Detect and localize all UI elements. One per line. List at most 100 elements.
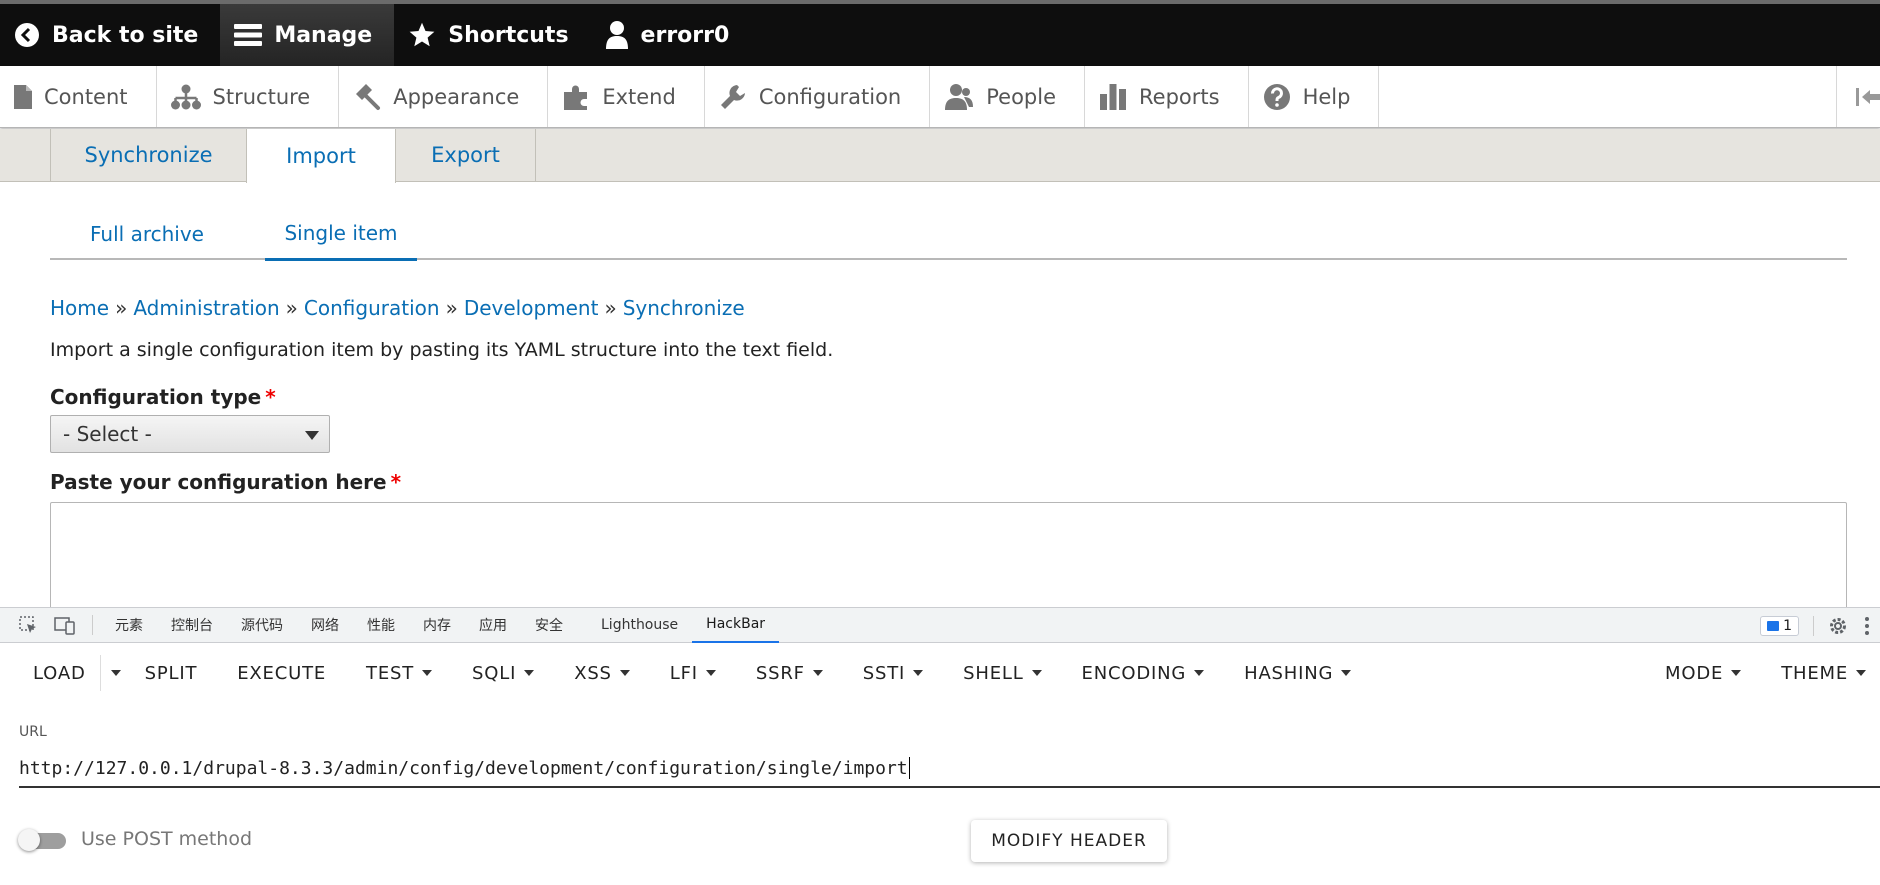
execute-button[interactable]: EXECUTE bbox=[223, 645, 340, 701]
post-method-label: Use POST method bbox=[81, 828, 253, 850]
breadcrumb-synchronize[interactable]: Synchronize bbox=[623, 296, 745, 320]
chevron-down-icon bbox=[913, 670, 924, 676]
modify-header-button[interactable]: MODIFY HEADER bbox=[971, 820, 1167, 862]
more-vertical-icon[interactable] bbox=[1864, 616, 1870, 636]
load-dropdown-button[interactable] bbox=[101, 645, 131, 701]
paste-config-label-text: Paste your configuration here bbox=[50, 470, 387, 494]
collapse-arrow-icon bbox=[1856, 87, 1880, 106]
tray-item-label: Reports bbox=[1139, 84, 1220, 109]
devtools-tab-performance[interactable]: 性能 bbox=[353, 608, 409, 643]
tray-item-structure[interactable]: Structure bbox=[157, 66, 340, 127]
lfi-label: LFI bbox=[669, 662, 698, 684]
tab-import[interactable]: Import bbox=[246, 129, 396, 183]
config-type-label: Configuration type * bbox=[50, 385, 276, 409]
paste-config-label: Paste your configuration here * bbox=[50, 470, 401, 494]
required-marker: * bbox=[265, 385, 276, 409]
tray-item-label: Extend bbox=[602, 84, 676, 109]
lfi-menu[interactable]: LFI bbox=[656, 645, 730, 701]
split-button[interactable]: SPLIT bbox=[131, 645, 212, 701]
sqli-menu[interactable]: SQLI bbox=[458, 645, 548, 701]
breadcrumb: Home» Administration» Configuration» Develo… bbox=[50, 296, 745, 320]
encoding-menu[interactable]: ENCODING bbox=[1068, 645, 1219, 701]
tray-item-content[interactable]: Content bbox=[0, 66, 157, 127]
manage-label: Manage bbox=[274, 22, 373, 48]
people-icon bbox=[945, 83, 974, 110]
chevron-down-icon bbox=[524, 670, 535, 676]
secondary-tabs: Full archive Single item bbox=[50, 208, 1847, 261]
primary-tabs: Synchronize Import Export bbox=[0, 129, 1880, 183]
theme-menu[interactable]: THEME bbox=[1767, 645, 1880, 701]
star-icon bbox=[409, 22, 435, 47]
url-label: URL bbox=[19, 724, 47, 740]
admin-tray: Content Structure Appearance Extend Conf… bbox=[0, 66, 1880, 128]
document-icon bbox=[14, 84, 32, 109]
url-input[interactable]: http://127.0.0.1/drupal-8.3.3/admin/conf… bbox=[19, 750, 1880, 788]
mode-menu[interactable]: MODE bbox=[1651, 645, 1755, 701]
shell-menu[interactable]: SHELL bbox=[949, 645, 1055, 701]
devtools-tab-sources[interactable]: 源代码 bbox=[227, 608, 297, 643]
chevron-down-icon bbox=[812, 670, 823, 676]
post-method-toggle[interactable] bbox=[18, 829, 68, 851]
ssti-menu[interactable]: SSTI bbox=[849, 645, 937, 701]
admin-toolbar: Back to site Manage Shortcuts errorr0 bbox=[0, 4, 1880, 66]
theme-label: THEME bbox=[1781, 662, 1848, 684]
devtools-tab-network[interactable]: 网络 bbox=[297, 608, 353, 643]
tray-orientation-toggle[interactable] bbox=[1836, 66, 1880, 127]
tray-item-label: Appearance bbox=[393, 84, 520, 109]
chevron-down-icon bbox=[1731, 670, 1742, 676]
devtools-tab-console[interactable]: 控制台 bbox=[157, 608, 227, 643]
chevron-down-icon bbox=[619, 670, 630, 676]
hashing-menu[interactable]: HASHING bbox=[1230, 645, 1365, 701]
devtools-tabbar: 元素 控制台 源代码 网络 性能 内存 应用 安全 Lighthouse Hac… bbox=[0, 608, 1880, 643]
encoding-label: ENCODING bbox=[1081, 662, 1187, 684]
tray-item-appearance[interactable]: Appearance bbox=[339, 66, 549, 127]
inspect-element-icon[interactable] bbox=[18, 615, 38, 635]
mode-label: MODE bbox=[1665, 662, 1724, 684]
tab-export[interactable]: Export bbox=[395, 129, 536, 182]
chevron-down-icon bbox=[705, 670, 716, 676]
breadcrumb-separator: » bbox=[115, 296, 128, 320]
puzzle-icon bbox=[564, 85, 588, 110]
load-button[interactable]: LOAD bbox=[19, 645, 100, 701]
user-icon bbox=[605, 21, 628, 49]
devtools-tab-lighthouse[interactable]: Lighthouse bbox=[587, 608, 692, 643]
hamburger-icon bbox=[234, 24, 263, 46]
xss-label: XSS bbox=[574, 662, 612, 684]
select-value: - Select - bbox=[63, 422, 152, 446]
breadcrumb-development[interactable]: Development bbox=[464, 296, 599, 320]
devtools-tab-hackbar[interactable]: HackBar bbox=[692, 608, 780, 643]
back-to-site-link[interactable]: Back to site bbox=[0, 4, 220, 66]
tab-synchronize[interactable]: Synchronize bbox=[50, 129, 247, 182]
breadcrumb-separator: » bbox=[604, 296, 617, 320]
devtools-tab-elements[interactable]: 元素 bbox=[101, 608, 157, 643]
gear-icon[interactable] bbox=[1828, 616, 1848, 636]
tab-full-archive[interactable]: Full archive bbox=[70, 208, 224, 260]
url-value: http://127.0.0.1/drupal-8.3.3/admin/conf… bbox=[19, 757, 908, 779]
tray-item-reports[interactable]: Reports bbox=[1085, 66, 1249, 127]
tray-item-help[interactable]: Help bbox=[1249, 66, 1380, 127]
issues-badge[interactable]: 1 bbox=[1760, 615, 1799, 636]
device-toolbar-icon[interactable] bbox=[54, 615, 76, 635]
breadcrumb-configuration[interactable]: Configuration bbox=[304, 296, 440, 320]
breadcrumb-administration[interactable]: Administration bbox=[133, 296, 279, 320]
ssrf-menu[interactable]: SSRF bbox=[742, 645, 837, 701]
devtools-tab-security[interactable]: 安全 bbox=[521, 608, 577, 643]
chevron-down-icon bbox=[1031, 670, 1042, 676]
tray-item-people[interactable]: People bbox=[930, 66, 1086, 127]
tray-item-extend[interactable]: Extend bbox=[548, 66, 705, 127]
tab-single-item[interactable]: Single item bbox=[265, 208, 417, 261]
user-tab[interactable]: errorr0 bbox=[591, 4, 752, 66]
test-menu[interactable]: TEST bbox=[352, 645, 446, 701]
shortcuts-tab[interactable]: Shortcuts bbox=[394, 4, 590, 66]
manage-tab[interactable]: Manage bbox=[220, 4, 395, 66]
shortcuts-label: Shortcuts bbox=[448, 22, 569, 48]
devtools-tab-application[interactable]: 应用 bbox=[465, 608, 521, 643]
config-type-select[interactable]: - Select - bbox=[50, 415, 330, 453]
breadcrumb-home[interactable]: Home bbox=[50, 296, 109, 320]
chevron-down-icon bbox=[1341, 670, 1352, 676]
devtools-tab-memory[interactable]: 内存 bbox=[409, 608, 465, 643]
xss-menu[interactable]: XSS bbox=[560, 645, 644, 701]
chevron-down-icon bbox=[422, 670, 433, 676]
config-textarea[interactable] bbox=[50, 502, 1847, 612]
tray-item-configuration[interactable]: Configuration bbox=[705, 66, 931, 127]
